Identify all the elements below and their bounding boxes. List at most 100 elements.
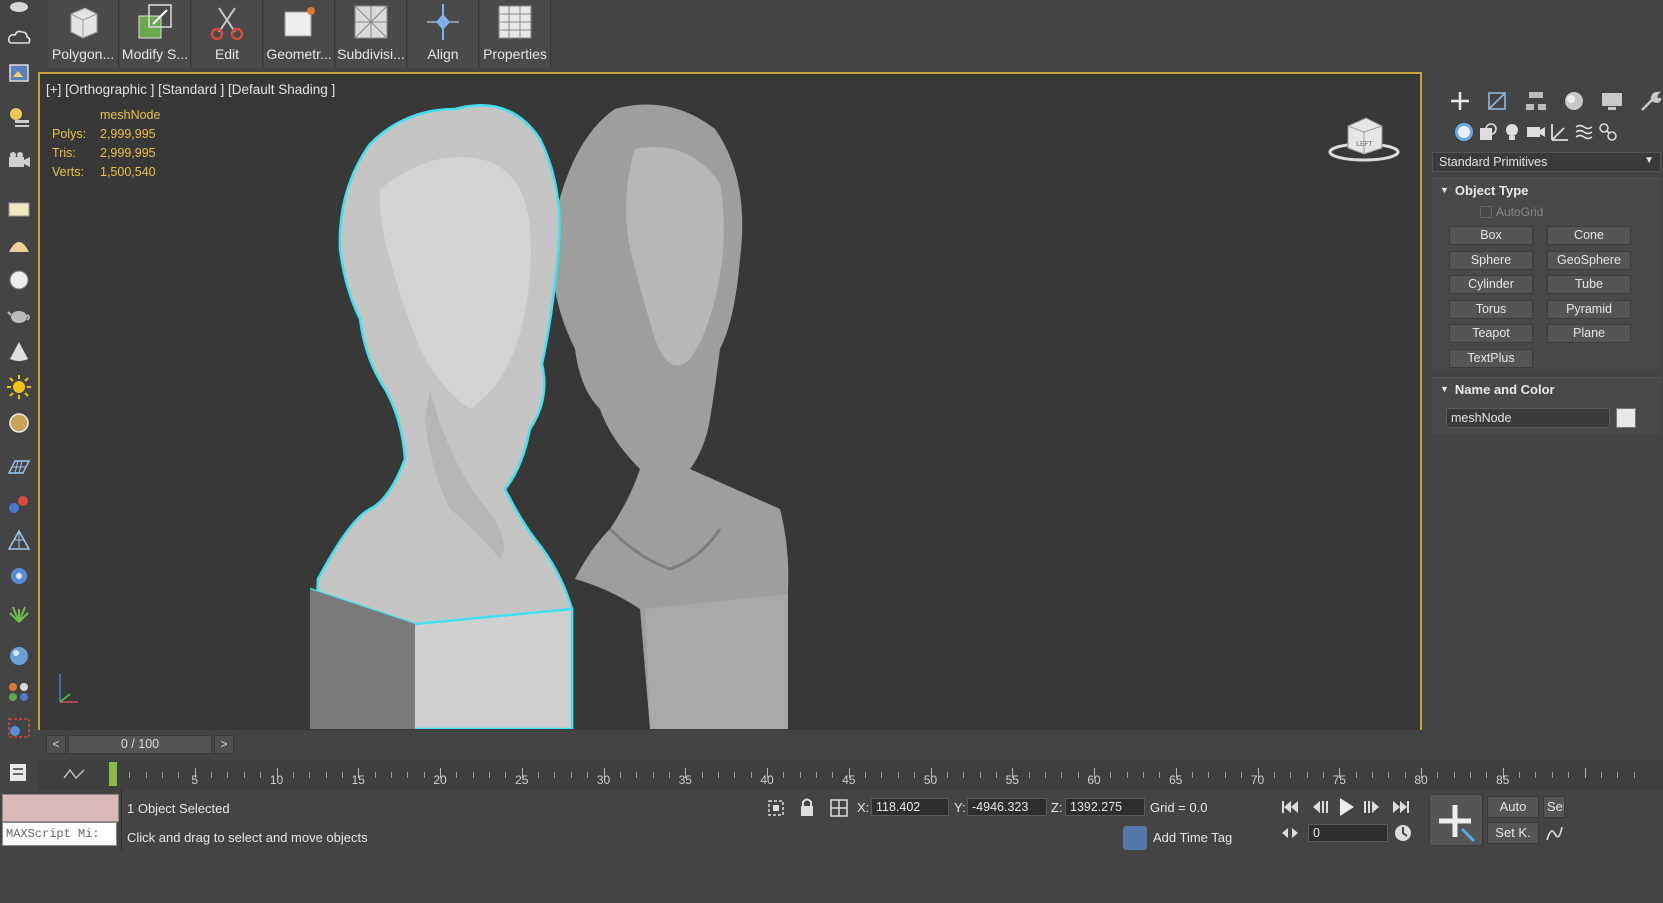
add-time-tag-label[interactable]: Add Time Tag <box>1153 830 1232 845</box>
frame-tick <box>505 772 507 778</box>
helpers-category-icon[interactable] <box>1550 122 1570 142</box>
time-cursor[interactable] <box>109 762 117 786</box>
subdivision-button[interactable]: Subdivisi... <box>336 0 407 68</box>
space-warp-icon[interactable] <box>4 561 34 591</box>
frame-ruler[interactable]: 5 10 15 20 25 30 35 40 45 50 55 60 65 70 75 80 85 <box>38 760 1663 790</box>
prev-frame-button[interactable]: < <box>46 735 66 754</box>
edit-button[interactable]: Edit <box>192 0 263 68</box>
properties-button[interactable]: Properties <box>480 0 551 68</box>
plane-button[interactable]: Plane <box>1547 324 1631 343</box>
auto-key-button[interactable]: Auto <box>1487 796 1539 818</box>
spacewarps-category-icon[interactable] <box>1574 122 1594 142</box>
key-filters-icon[interactable] <box>1545 824 1563 842</box>
textplus-button[interactable]: TextPlus <box>1449 349 1533 368</box>
frame-tick <box>1159 772 1161 778</box>
lights-category-icon[interactable] <box>1502 122 1522 142</box>
cone-object-icon[interactable] <box>4 336 34 366</box>
maxscript-mini-listener[interactable]: MAXScript Mi: <box>2 822 117 846</box>
name-and-color-header[interactable]: ▼ Name and Color <box>1432 378 1661 400</box>
sphere-button[interactable]: Sphere <box>1449 251 1533 270</box>
particle-icon[interactable] <box>4 489 34 519</box>
time-slider[interactable]: < 0 / 100 > <box>38 730 1422 760</box>
object-color-swatch[interactable] <box>1616 408 1636 428</box>
systems-category-icon[interactable] <box>1598 122 1618 142</box>
go-to-start-icon[interactable] <box>1280 798 1300 816</box>
previous-frame-icon[interactable] <box>1310 798 1330 816</box>
shapes-category-icon[interactable] <box>1478 122 1498 142</box>
scene-models[interactable] <box>310 89 910 729</box>
viewcube[interactable]: LEFT <box>1326 104 1406 164</box>
hemisphere-icon[interactable] <box>4 230 34 260</box>
modify-tab-icon[interactable] <box>1486 90 1510 112</box>
frame-tick <box>456 772 458 778</box>
absolute-mode-icon[interactable] <box>829 798 849 818</box>
y-coordinate-field[interactable]: -4946.323 <box>967 798 1047 816</box>
render-setup-icon[interactable] <box>4 757 34 787</box>
primitives-dropdown[interactable]: Standard Primitives ▼ <box>1432 152 1661 172</box>
material-editor-icon[interactable] <box>4 677 34 707</box>
next-frame-icon[interactable] <box>1362 798 1382 816</box>
sphere-object-icon[interactable] <box>4 265 34 295</box>
time-configuration-icon[interactable] <box>1393 823 1413 843</box>
bust-model-selected[interactable] <box>310 104 574 729</box>
cameras-category-icon[interactable] <box>1526 122 1546 142</box>
time-slider-thumb[interactable]: 0 / 100 <box>68 735 212 754</box>
polygon-modeling-button[interactable]: Polygon... <box>48 0 119 68</box>
teapot-icon[interactable] <box>4 300 34 330</box>
system-icon[interactable] <box>4 525 34 555</box>
set-key-button[interactable] <box>1429 794 1483 846</box>
geometry-button[interactable]: Geometr... <box>264 0 335 68</box>
modify-selection-button[interactable]: Modify S... <box>120 0 191 68</box>
isolate-selection-icon[interactable] <box>766 798 786 818</box>
perspective-viewport[interactable]: [+] [Orthographic ] [Standard ] [Default… <box>38 72 1422 770</box>
track-bar[interactable]: 5 10 15 20 25 30 35 40 45 50 55 60 65 70 75 80 85 <box>38 760 1663 790</box>
plane-object-icon[interactable] <box>4 194 34 224</box>
z-coordinate-field[interactable]: 1392.275 <box>1065 798 1145 816</box>
key-mode-toggle-icon[interactable] <box>1280 825 1300 841</box>
add-time-tag-icon[interactable] <box>1123 826 1147 850</box>
create-tab-icon[interactable] <box>1448 90 1472 112</box>
object-name-input[interactable]: meshNode <box>1446 408 1610 428</box>
teapot-button[interactable]: Teapot <box>1449 324 1533 343</box>
cone-button[interactable]: Cone <box>1547 226 1631 245</box>
grid-helper-icon[interactable] <box>4 452 34 482</box>
next-frame-button[interactable]: > <box>214 735 234 754</box>
play-icon[interactable] <box>1336 796 1356 818</box>
maxscript-listener-top[interactable] <box>2 794 119 822</box>
viewport-label[interactable]: [+] [Orthographic ] [Standard ] [Default… <box>46 82 335 97</box>
frame-tick <box>292 772 294 778</box>
sun-light-icon[interactable] <box>4 372 34 402</box>
utilities-tab-icon[interactable] <box>1638 90 1662 112</box>
current-frame-field[interactable]: 0 <box>1308 824 1388 842</box>
torus-button[interactable]: Torus <box>1449 300 1533 319</box>
geosphere-button[interactable]: GeoSphere <box>1547 251 1631 270</box>
hierarchy-tab-icon[interactable] <box>1524 90 1548 112</box>
tube-button[interactable]: Tube <box>1547 275 1631 294</box>
align-button[interactable]: Align <box>408 0 479 68</box>
camera-icon[interactable] <box>4 146 34 176</box>
go-to-end-icon[interactable] <box>1391 798 1411 816</box>
shaded-sphere-icon[interactable] <box>4 641 34 671</box>
cloud-render-icon[interactable] <box>4 0 34 20</box>
box-button[interactable]: Box <box>1449 226 1533 245</box>
motion-tab-icon[interactable] <box>1562 90 1586 112</box>
x-coordinate-field[interactable]: 118.402 <box>871 798 949 816</box>
material-sphere-icon[interactable] <box>4 408 34 438</box>
set-key-mode-button[interactable]: Set K. <box>1487 822 1539 844</box>
autogrid-checkbox[interactable]: AutoGrid <box>1480 205 1543 219</box>
render-frame-icon[interactable] <box>4 58 34 88</box>
frame-tick-label: 65 <box>1169 773 1183 787</box>
lock-selection-icon[interactable] <box>798 797 816 817</box>
foliage-icon[interactable] <box>4 597 34 627</box>
geometry-category-icon[interactable] <box>1454 122 1474 142</box>
frame-tick <box>1617 772 1619 778</box>
object-type-header[interactable]: ▼ Object Type <box>1432 179 1661 201</box>
display-tab-icon[interactable] <box>1600 90 1624 112</box>
cylinder-button[interactable]: Cylinder <box>1449 275 1533 294</box>
scene-explorer-icon[interactable] <box>4 102 34 132</box>
render-region-icon[interactable] <box>4 713 34 743</box>
selected-key-filter[interactable]: Sel <box>1543 796 1565 818</box>
bust-model-lowpoly[interactable] <box>552 104 789 730</box>
cloud-icon[interactable] <box>4 22 34 52</box>
pyramid-button[interactable]: Pyramid <box>1547 300 1631 319</box>
